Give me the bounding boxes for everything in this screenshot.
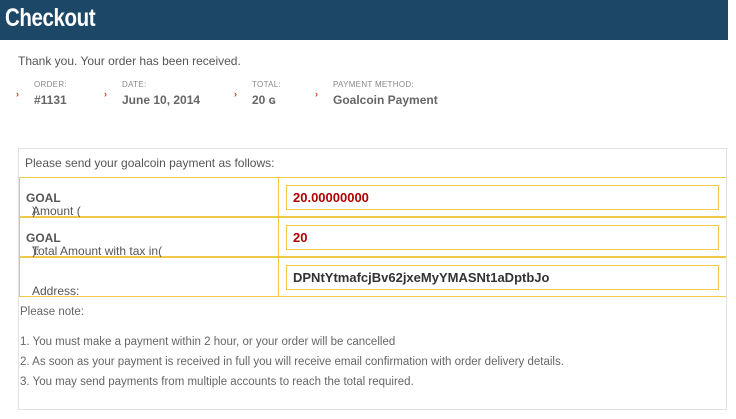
page-header: Checkout (0, 0, 728, 40)
total-with-tax-label: Total Amount with tax in(GOAL): (26, 231, 163, 258)
payment-instructions-box: Please send your goalcoin payment as fol… (18, 148, 727, 410)
chevron-right-icon: › (16, 89, 19, 99)
table-row: Amount (GOAL): 20.00000000 (19, 177, 726, 218)
address-field[interactable]: DPNtYtmafcjBv62jxeMyYMASNt1aDptbJo (286, 265, 719, 290)
total-label: TOTAL: (252, 80, 282, 89)
order-total: 20 ɢ (252, 93, 276, 107)
order-date: June 10, 2014 (122, 93, 201, 107)
please-note-heading: Please note: (20, 306, 84, 318)
note-item: 1. You must make a payment within 2 hour… (20, 336, 396, 348)
payment-details-table: Amount (GOAL): 20.00000000 Total Amount … (19, 177, 726, 301)
address-label-cell: Address: (19, 257, 279, 298)
amount-value-cell: 20.00000000 (279, 177, 726, 217)
chevron-right-icon: › (315, 89, 318, 99)
date-label: DATE: (122, 80, 147, 89)
order-label: ORDER: (34, 80, 67, 89)
chevron-right-icon: › (104, 89, 107, 99)
address-value-cell: DPNtYtmafcjBv62jxeMyYMASNt1aDptbJo (279, 257, 726, 297)
order-number: #1131 (34, 93, 67, 107)
total-with-tax-value-cell: 20 (279, 217, 726, 257)
thank-you-message: Thank you. Your order has been received. (18, 54, 241, 68)
note-item: 2. As soon as your payment is received i… (20, 356, 564, 368)
total-with-tax-label-cell: Total Amount with tax in(GOAL): (19, 217, 279, 258)
payment-instructions-heading: Please send your goalcoin payment as fol… (25, 156, 275, 170)
payment-method-label: PAYMENT METHOD: (333, 80, 414, 89)
table-row: Address: DPNtYtmafcjBv62jxeMyYMASNt1aDpt… (19, 257, 726, 298)
note-item: 3. You may send payments from multiple a… (20, 376, 414, 388)
total-with-tax-field[interactable]: 20 (286, 225, 719, 250)
amount-label-cell: Amount (GOAL): (19, 177, 279, 218)
page-title: Checkout (5, 4, 96, 32)
amount-field[interactable]: 20.00000000 (286, 185, 719, 210)
order-summary: › ORDER: #1131 › DATE: June 10, 2014 › T… (16, 78, 476, 112)
chevron-right-icon: › (234, 89, 237, 99)
table-row: Total Amount with tax in(GOAL): 20 (19, 217, 726, 258)
amount-label: Amount (GOAL): (26, 191, 81, 218)
payment-method: Goalcoin Payment (333, 93, 438, 107)
